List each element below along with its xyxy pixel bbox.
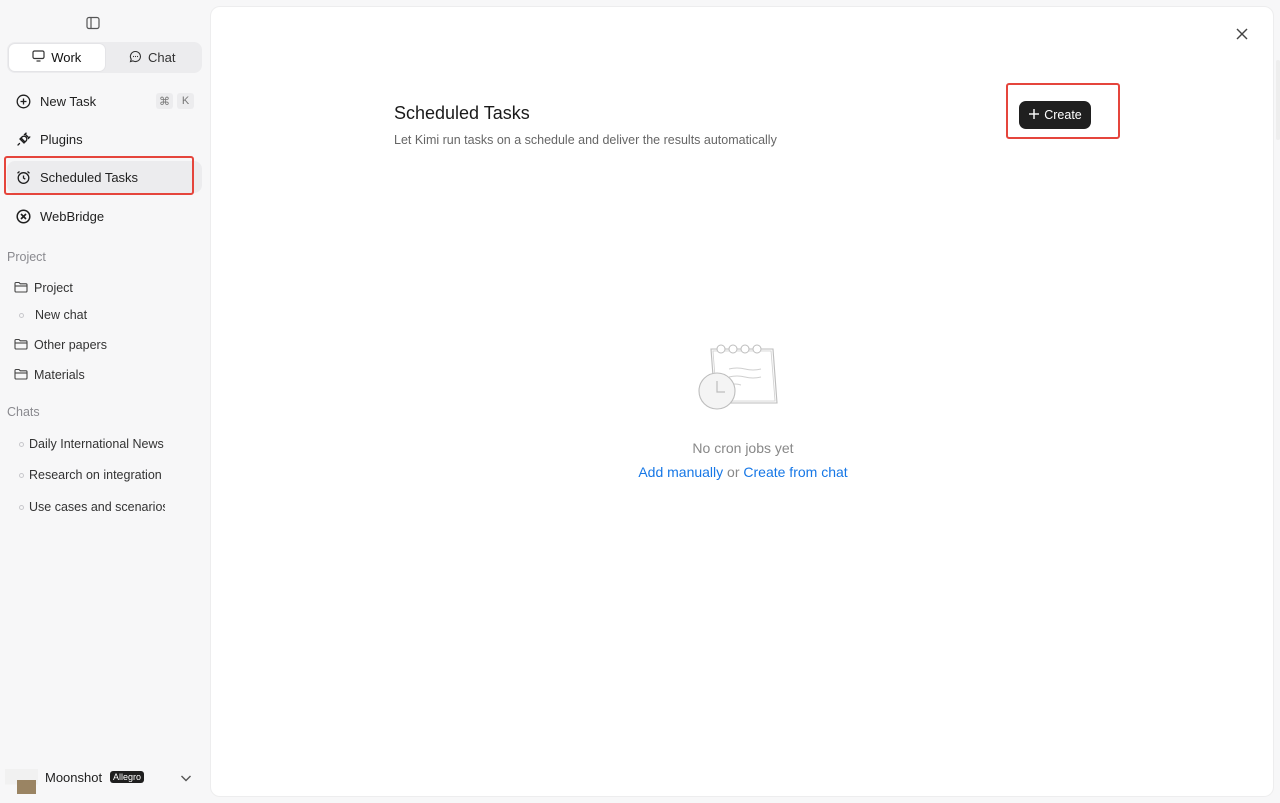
plan-badge: Allegro [110,771,145,783]
webbridge-icon [15,208,31,224]
create-button-label: Create [1044,108,1082,122]
folder-icon [14,338,28,353]
chat-item-label: Use cases and scenarios [29,500,165,514]
add-manually-link[interactable]: Add manually [638,464,723,480]
create-from-chat-link[interactable]: Create from chat [743,464,847,480]
empty-state-actions: Add manually or Create from chat [211,464,1275,480]
project-folder-materials[interactable]: Materials [14,364,194,386]
project-folder-other-papers[interactable]: Other papers [14,334,194,356]
section-label-project: Project [7,250,46,264]
chat-bubble-icon [129,50,142,66]
mode-work-label: Work [51,50,82,65]
sidebar-item-label: New Task [40,93,97,109]
plus-circle-icon [15,93,31,109]
sidebar-item-label: WebBridge [40,208,105,224]
folder-label: Materials [34,368,85,382]
folder-icon [14,368,28,383]
bullet-icon [19,504,24,510]
sidebar: Work Chat New Task ⌘ K Plugins Scheduled… [0,0,209,803]
plus-icon [1028,108,1040,123]
chevron-down-icon[interactable] [178,770,194,786]
page-subtitle: Let Kimi run tasks on a schedule and del… [394,133,777,147]
chat-label: New chat [35,308,88,322]
chat-item[interactable]: Use cases and scenarios [18,496,165,518]
chat-item-label: Daily International News [29,437,164,451]
sidebar-item-plugins[interactable]: Plugins [7,123,202,155]
section-label-chats: Chats [7,405,40,419]
mode-chat-label: Chat [148,50,176,65]
chat-item-label: Research on integration [29,468,162,482]
sidebar-item-scheduled-tasks[interactable]: Scheduled Tasks [7,161,202,193]
bullet-icon [19,441,24,447]
mode-work-tab[interactable]: Work [9,44,105,71]
chat-item[interactable]: Daily International News [18,433,165,455]
sidebar-item-new-task[interactable]: New Task ⌘ K [7,85,202,117]
sidebar-item-webbridge[interactable]: WebBridge [7,200,202,232]
plug-icon [15,131,31,147]
main-panel: Scheduled Tasks Let Kimi run tasks on a … [210,6,1274,797]
mode-switch: Work Chat [7,42,202,73]
shortcut-cmd: ⌘ [156,93,173,109]
calendar-clock-illustration [697,341,783,411]
folder-label: Other papers [34,338,107,352]
create-button[interactable]: Create [1019,101,1091,129]
or-text: or [723,464,744,480]
shortcut-key: K [177,93,194,109]
sidebar-toggle-icon[interactable] [84,14,102,32]
project-folder-project[interactable]: Project [14,277,194,299]
scrollbar[interactable] [1276,60,1280,140]
bullet-icon [19,472,24,478]
avatar [5,769,38,795]
keyboard-shortcut: ⌘ K [156,93,194,109]
folder-icon [14,281,28,296]
chat-item[interactable]: Research on integration [18,464,165,486]
close-icon[interactable] [1233,25,1251,43]
user-profile[interactable]: Moonshot Allegro [0,762,209,795]
user-name: Moonshot [45,770,103,785]
sidebar-item-label: Plugins [40,131,83,147]
alarm-clock-icon [15,169,31,185]
monitor-icon [32,50,45,65]
project-chat-new-chat[interactable]: New chat [18,304,198,326]
sidebar-item-label: Scheduled Tasks [40,169,139,185]
folder-label: Project [34,281,73,295]
empty-state-message: No cron jobs yet [692,440,794,456]
bullet-icon [19,312,24,318]
mode-chat-tab[interactable]: Chat [105,44,201,71]
page-title: Scheduled Tasks [394,103,530,123]
